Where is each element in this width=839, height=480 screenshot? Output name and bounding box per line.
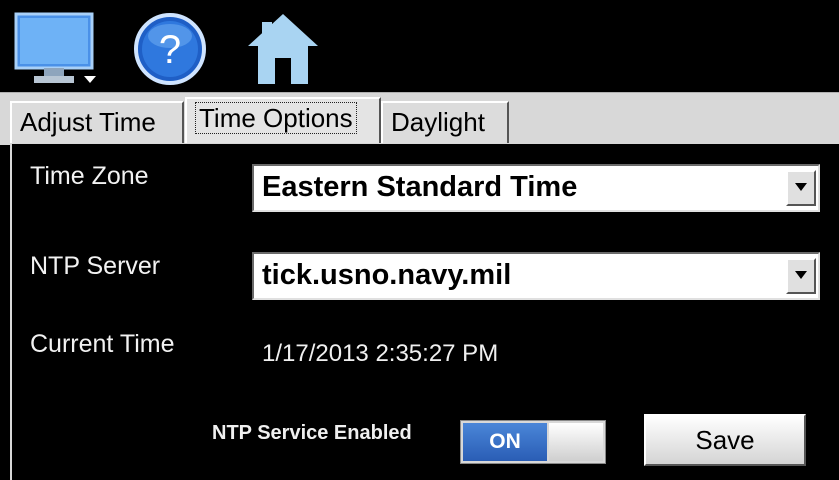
toggle-knob[interactable] bbox=[549, 423, 603, 461]
ntp-server-label: NTP Server bbox=[30, 252, 161, 280]
time-zone-value: Eastern Standard Time bbox=[262, 171, 578, 203]
time-settings-screen: ? Adjust Time Time Options Daylight Time… bbox=[0, 0, 839, 480]
save-button[interactable]: Save bbox=[644, 414, 806, 466]
time-options-panel: Time Zone Eastern Standard Time NTP Serv… bbox=[10, 144, 839, 480]
current-time-label: Current Time bbox=[30, 330, 175, 358]
monitor-icon[interactable] bbox=[12, 10, 98, 88]
help-icon[interactable]: ? bbox=[132, 10, 208, 88]
ntp-service-label: NTP Service Enabled bbox=[212, 422, 412, 444]
tab-strip: Adjust Time Time Options Daylight bbox=[0, 92, 839, 145]
ntp-server-value: tick.usno.navy.mil bbox=[262, 259, 512, 291]
time-zone-select[interactable]: Eastern Standard Time bbox=[252, 164, 820, 212]
tab-adjust-time-label: Adjust Time bbox=[20, 107, 156, 137]
chevron-down-icon bbox=[795, 271, 807, 279]
home-icon[interactable] bbox=[244, 10, 322, 88]
tab-daylight[interactable]: Daylight bbox=[381, 101, 509, 143]
top-toolbar: ? bbox=[0, 0, 839, 92]
tab-adjust-time[interactable]: Adjust Time bbox=[10, 101, 184, 143]
tab-time-options-label: Time Options bbox=[195, 102, 357, 134]
tab-daylight-label: Daylight bbox=[391, 107, 485, 137]
chevron-down-icon bbox=[795, 183, 807, 191]
ntp-service-toggle[interactable]: ON bbox=[460, 420, 606, 464]
toggle-on-state: ON bbox=[463, 423, 547, 461]
ntp-server-dropdown-button[interactable] bbox=[786, 258, 816, 294]
current-time-value: 1/17/2013 2:35:27 PM bbox=[262, 340, 499, 367]
tab-time-options[interactable]: Time Options bbox=[185, 97, 381, 143]
ntp-server-select[interactable]: tick.usno.navy.mil bbox=[252, 252, 820, 300]
help-symbol: ? bbox=[159, 28, 181, 72]
time-zone-dropdown-button[interactable] bbox=[786, 170, 816, 206]
time-zone-label: Time Zone bbox=[30, 162, 149, 190]
